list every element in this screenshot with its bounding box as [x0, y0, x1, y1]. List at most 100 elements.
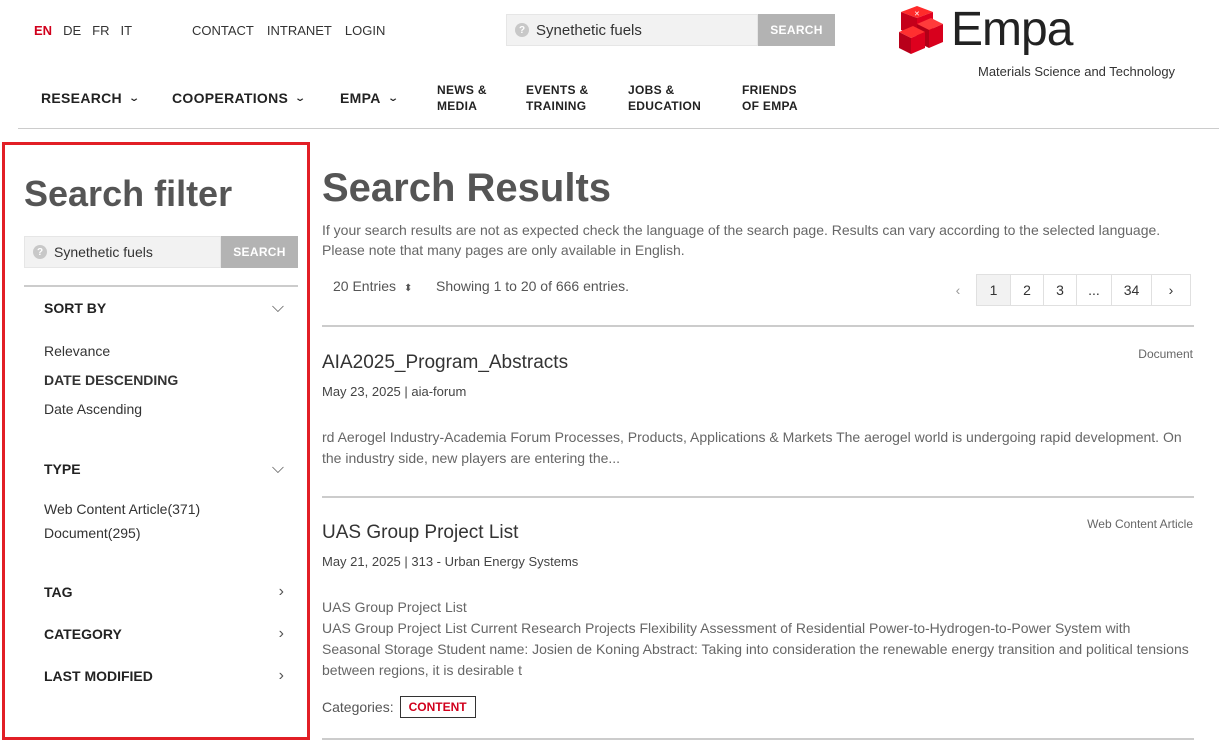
filter-divider — [24, 285, 298, 287]
chevron-down-icon: ⌵ — [271, 299, 284, 316]
type-web-content-article[interactable]: Web Content Article(371) — [44, 501, 200, 517]
utility-links: CONTACT INTRANET LOGIN — [192, 23, 385, 38]
page-34[interactable]: 34 — [1111, 274, 1152, 306]
nav-research[interactable]: RESEARCH ⌄ — [41, 90, 172, 106]
nav-news-media[interactable]: NEWS & MEDIA — [437, 82, 526, 114]
result-snippet: UAS Group Project List Current Research … — [322, 620, 1189, 678]
filter-search-button[interactable]: SEARCH — [221, 236, 298, 268]
facet-category[interactable]: CATEGORY › — [44, 625, 284, 643]
lang-en[interactable]: EN — [34, 23, 52, 38]
facet-tag[interactable]: TAG › — [44, 583, 284, 601]
result-meta: May 23, 2025 | aia-forum — [322, 384, 467, 399]
login-link[interactable]: LOGIN — [345, 23, 385, 38]
result-meta: May 21, 2025 | 313 - Urban Energy System… — [322, 554, 579, 569]
pagination: ‹ 1 2 3 ... 34 › — [940, 274, 1191, 306]
nav-empa[interactable]: EMPA ⌄ — [340, 90, 437, 106]
chevron-right-icon: › — [1168, 282, 1174, 298]
page-2[interactable]: 2 — [1010, 274, 1044, 306]
result-title[interactable]: AIA2025_Program_Abstracts — [322, 352, 568, 374]
header-search: ? Synethetic fuels SEARCH — [506, 14, 835, 46]
help-icon: ? — [33, 245, 47, 259]
page-3[interactable]: 3 — [1043, 274, 1077, 306]
filter-search: ? Synethetic fuels SEARCH — [24, 236, 298, 268]
facet-sort-by[interactable]: SORT BY ⌵ — [44, 299, 284, 317]
lang-it[interactable]: IT — [120, 23, 132, 38]
type-document[interactable]: Document(295) — [44, 525, 141, 541]
sort-relevance[interactable]: Relevance — [44, 343, 110, 359]
sort-date-descending[interactable]: DATE DESCENDING — [44, 372, 178, 388]
nav-jobs-line1: JOBS & — [628, 83, 675, 97]
header-search-input[interactable]: ? Synethetic fuels — [506, 14, 758, 46]
nav-events-training[interactable]: EVENTS & TRAINING — [526, 82, 628, 114]
chevron-right-icon: › — [278, 583, 284, 600]
facet-type[interactable]: TYPE ⌵ — [44, 460, 284, 478]
facet-last-modified[interactable]: LAST MODIFIED › — [44, 667, 284, 685]
header-search-value: Synethetic fuels — [536, 21, 642, 39]
next-page-button[interactable]: › — [1151, 274, 1191, 306]
facet-tag-label: TAG — [44, 584, 73, 600]
result-title[interactable]: UAS Group Project List — [322, 522, 518, 544]
nav-events-line1: EVENTS & — [526, 83, 589, 97]
page-ellipsis: ... — [1076, 274, 1112, 306]
main-navigation: RESEARCH ⌄ COOPERATIONS ⌄ EMPA ⌄ NEWS & MED… — [41, 80, 842, 116]
contact-link[interactable]: CONTACT — [192, 23, 254, 38]
chevron-right-icon: › — [278, 667, 284, 684]
nav-research-label: RESEARCH — [41, 90, 122, 106]
result-type: Document — [1138, 347, 1193, 361]
logo-wordmark: Empa — [951, 3, 1073, 56]
nav-empa-label: EMPA — [340, 90, 381, 106]
nav-divider — [18, 128, 1219, 129]
nav-friends-line2: OF EMPA — [742, 99, 798, 113]
result-count: Showing 1 to 20 of 666 entries. — [436, 278, 630, 294]
nav-news-line2: MEDIA — [437, 99, 478, 113]
result-subtitle: UAS Group Project List — [322, 599, 467, 615]
category-badge[interactable]: CONTENT — [399, 696, 476, 718]
sort-date-ascending[interactable]: Date Ascending — [44, 401, 142, 417]
filter-search-input[interactable]: ? Synethetic fuels — [24, 236, 221, 268]
lang-de[interactable]: DE — [63, 23, 81, 38]
logo-tagline: Materials Science and Technology — [978, 64, 1176, 79]
sort-toggle-icon: ⬍ — [403, 283, 413, 294]
chevron-right-icon: › — [278, 625, 284, 642]
search-filter-title: Search filter — [24, 173, 233, 214]
page-title: Search Results — [322, 166, 612, 210]
entries-per-page-select[interactable]: 20 Entries ⬍ — [333, 278, 412, 294]
page-1[interactable]: 1 — [976, 274, 1011, 306]
nav-friends[interactable]: FRIENDS OF EMPA — [742, 82, 842, 114]
help-icon: ? — [515, 23, 529, 37]
search-filter-panel: Search filter ? Synethetic fuels SEARCH … — [2, 142, 310, 740]
categories-label: Categories: — [322, 699, 394, 715]
logo-cube-icon: ✕ — [899, 6, 943, 54]
results-divider — [322, 496, 1194, 498]
nav-jobs-education[interactable]: JOBS & EDUCATION — [628, 82, 742, 114]
lang-fr[interactable]: FR — [92, 23, 109, 38]
intranet-link[interactable]: INTRANET — [267, 23, 332, 38]
results-divider — [322, 738, 1194, 740]
filter-search-value: Synethetic fuels — [54, 244, 153, 260]
result-type: Web Content Article — [1087, 517, 1193, 531]
chevron-down-icon: ⌄ — [128, 92, 141, 104]
prev-page-button[interactable]: ‹ — [939, 274, 977, 306]
result-snippet: rd Aerogel Industry-Academia Forum Proce… — [322, 429, 1182, 466]
empa-logo[interactable]: ✕ Empa Materials Science and Technology — [895, 3, 1195, 84]
header-search-button[interactable]: SEARCH — [758, 14, 835, 46]
results-divider — [322, 325, 1194, 327]
facet-last-modified-label: LAST MODIFIED — [44, 668, 153, 684]
chevron-down-icon: ⌄ — [386, 92, 400, 104]
nav-news-line1: NEWS & — [437, 83, 487, 97]
facet-type-label: TYPE — [44, 461, 81, 477]
language-note: If your search results are not as expect… — [322, 222, 1161, 258]
chevron-down-icon: ⌄ — [294, 92, 307, 104]
nav-cooperations-label: COOPERATIONS — [172, 90, 289, 106]
chevron-down-icon: ⌵ — [271, 460, 284, 477]
result-categories: Categories: CONTENT — [322, 696, 476, 718]
nav-jobs-line2: EDUCATION — [628, 99, 702, 113]
facet-sort-by-label: SORT BY — [44, 300, 107, 316]
nav-cooperations[interactable]: COOPERATIONS ⌄ — [172, 90, 340, 106]
chevron-left-icon: ‹ — [955, 282, 961, 298]
language-switcher: EN DE FR IT — [34, 23, 132, 38]
entries-per-page-value: 20 Entries — [333, 278, 397, 294]
facet-category-label: CATEGORY — [44, 626, 122, 642]
nav-friends-line1: FRIENDS — [742, 83, 797, 97]
svg-text:✕: ✕ — [914, 10, 920, 18]
